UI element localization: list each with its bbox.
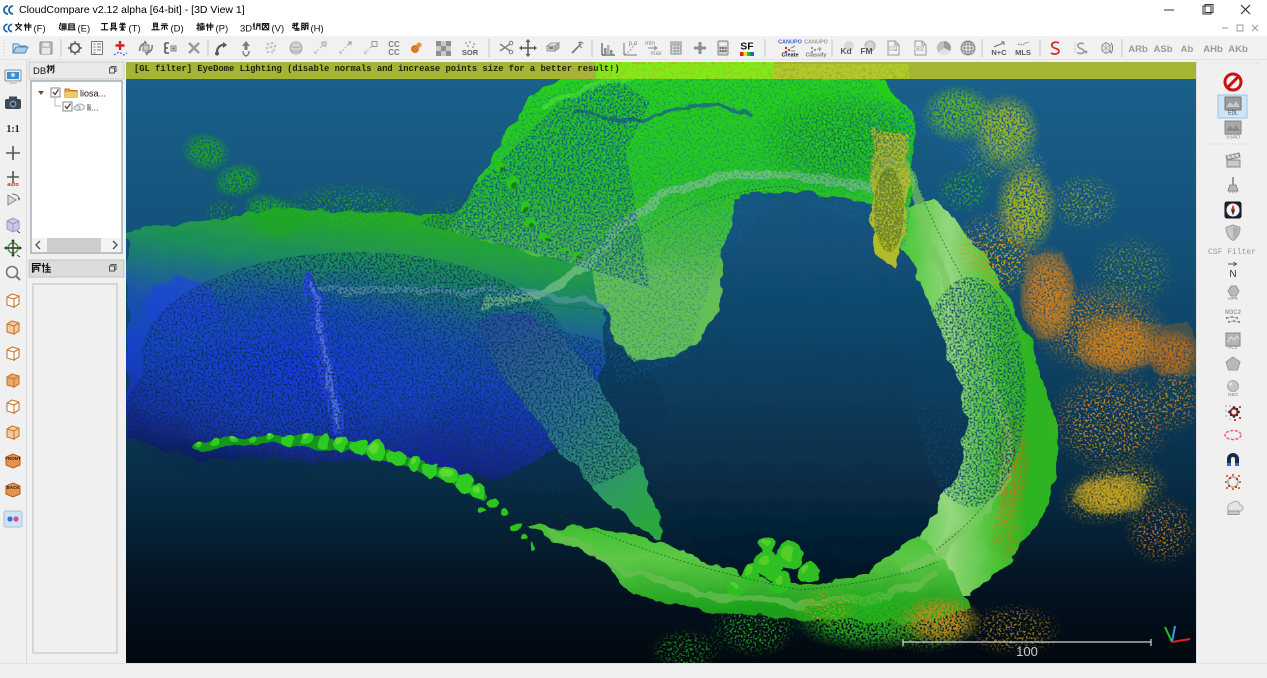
svg-text:M3C2: M3C2 (1225, 310, 1242, 316)
svg-text:liosa...: liosa... (80, 89, 106, 99)
svg-text:(P): (P) (216, 24, 229, 35)
svg-text:SSAO: SSAO (1226, 135, 1240, 141)
svg-text:CSV: CSV (915, 46, 926, 52)
svg-text:Create: Create (781, 53, 798, 59)
svg-text:(H): (H) (311, 24, 324, 35)
svg-text:N+C: N+C (991, 48, 1007, 57)
svg-text:(T): (T) (129, 24, 141, 35)
svg-text:ASb: ASb (1154, 44, 1173, 55)
svg-text:FRONT: FRONT (5, 456, 21, 461)
svg-text:100: 100 (1016, 644, 1038, 659)
svg-text:Classify: Classify (805, 53, 827, 59)
svg-text:N: N (1229, 269, 1236, 280)
svg-text:AHb: AHb (1203, 44, 1223, 55)
svg-text:(D): (D) (171, 24, 184, 35)
svg-text:max: max (650, 51, 661, 57)
svg-text:(V): (V) (272, 24, 285, 35)
svg-text:AKb: AKb (1228, 44, 1248, 55)
svg-text:EDL: EDL (1228, 111, 1238, 117)
svg-text:CC: CC (388, 48, 400, 57)
svg-text:HPR: HPR (1228, 296, 1238, 301)
svg-text:3D: 3D (240, 24, 252, 35)
svg-text:li...: li... (87, 103, 99, 113)
svg-text:min: min (645, 41, 655, 47)
svg-text:(F): (F) (34, 24, 46, 35)
svg-text:p,σ: p,σ (629, 41, 638, 47)
svg-text:DB: DB (33, 66, 46, 77)
svg-text:CSF Filter: CSF Filter (1208, 248, 1256, 257)
svg-text:ARb: ARb (1128, 44, 1148, 55)
svg-text:Ab: Ab (1181, 44, 1194, 55)
svg-text:auto: auto (7, 182, 19, 188)
svg-text:SOR: SOR (462, 48, 479, 57)
svg-text:CANUPO: CANUPO (778, 40, 803, 46)
svg-text:BP: BP (890, 46, 898, 52)
svg-text:FM: FM (860, 46, 872, 56)
svg-text:MLS: MLS (1015, 48, 1031, 57)
svg-text:(E): (E) (78, 24, 91, 35)
svg-text:PCV: PCV (1228, 345, 1237, 350)
svg-text:Kd: Kd (840, 46, 851, 56)
svg-text:1:1: 1:1 (6, 124, 19, 135)
svg-text:CANUPO: CANUPO (804, 40, 829, 46)
svg-text:SF: SF (740, 41, 754, 53)
svg-text:BACK: BACK (7, 485, 21, 490)
svg-text:R&O: R&O (1228, 392, 1238, 397)
